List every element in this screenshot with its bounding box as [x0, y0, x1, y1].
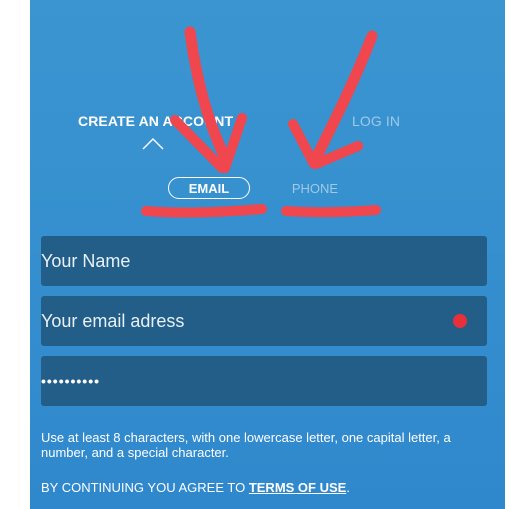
name-field[interactable]: Your Name — [41, 236, 487, 286]
caret-up-icon — [142, 137, 164, 150]
password-value: •••••••••• — [41, 373, 101, 389]
email-toggle-button[interactable]: EMAIL — [168, 177, 250, 199]
name-placeholder: Your Name — [41, 250, 131, 271]
terms-prefix: BY CONTINUING YOU AGREE TO — [41, 480, 249, 495]
terms-suffix: . — [346, 480, 350, 495]
password-field[interactable]: •••••••••• — [41, 356, 487, 406]
terms-of-use-link[interactable]: TERMS OF USE — [249, 480, 347, 495]
required-dot-icon — [453, 314, 467, 328]
signup-screen: CREATE AN ACCOUNT LOG IN EMAIL PHONE You… — [30, 0, 505, 509]
terms-notice: BY CONTINUING YOU AGREE TO TERMS OF USE. — [41, 480, 350, 495]
password-hint: Use at least 8 characters, with one lowe… — [41, 430, 451, 460]
phone-toggle-button[interactable]: PHONE — [284, 177, 346, 199]
email-field[interactable]: Your email adress — [41, 296, 487, 346]
screenshot-frame: CREATE AN ACCOUNT LOG IN EMAIL PHONE You… — [0, 0, 509, 509]
tab-login[interactable]: LOG IN — [352, 113, 400, 129]
tab-create-account[interactable]: CREATE AN ACCOUNT — [78, 113, 233, 129]
email-placeholder: Your email adress — [41, 310, 185, 331]
